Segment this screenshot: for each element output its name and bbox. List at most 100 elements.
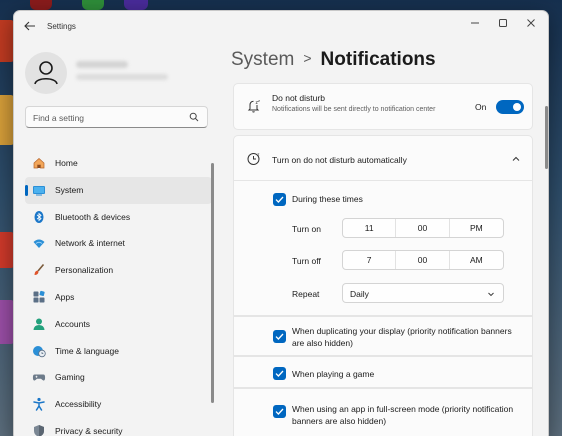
close-icon [527, 19, 535, 27]
sidebar-item-accessibility[interactable]: Accessibility [25, 391, 212, 418]
sidebar-item-label: Time & language [55, 345, 119, 356]
full-screen-label: When using an app in full-screen mode (p… [292, 404, 514, 426]
sidebar-item-apps[interactable]: Apps [25, 284, 212, 311]
back-button[interactable] [22, 20, 38, 34]
sidebar-item-label: Bluetooth & devices [55, 211, 131, 222]
settings-window: Settings Find a setting Home System Blue… [13, 10, 549, 436]
shield-icon [34, 424, 44, 436]
repeat-value: Daily [350, 289, 369, 299]
svg-text:z: z [257, 152, 260, 157]
sidebar-item-accounts[interactable]: Accounts [25, 311, 212, 338]
clock-snooze-icon: z [247, 152, 260, 165]
option-row: When playing a game [233, 356, 533, 388]
arrow-left-icon [24, 21, 35, 31]
duplicating-display-label: When duplicating your display (priority … [292, 326, 512, 348]
breadcrumb: System > Notifications [231, 49, 436, 71]
turn-on-minute[interactable]: 00 [396, 219, 450, 237]
sidebar-item-label: Accounts [55, 318, 90, 329]
sidebar: Home System Bluetooth & devices [14, 43, 217, 436]
taskbar-app-icon[interactable] [124, 0, 148, 10]
sidebar-item-label: Privacy & security [55, 425, 123, 436]
svg-text:z: z [258, 98, 260, 103]
checkmark-icon [275, 196, 284, 203]
minimize-button[interactable] [466, 17, 484, 35]
turn-on-period[interactable]: PM [450, 219, 503, 237]
person-icon [34, 61, 58, 85]
turn-off-minute[interactable]: 00 [396, 251, 450, 269]
breadcrumb-separator: > [303, 50, 312, 66]
desktop-icon[interactable] [0, 232, 14, 268]
turn-on-time-picker[interactable]: 11 00 PM [342, 218, 504, 238]
sidebar-item-label: Personalization [55, 265, 114, 276]
sidebar-item-label: Home [55, 158, 78, 168]
apps-icon [33, 290, 45, 303]
app-title: Settings [47, 22, 76, 31]
auto-dnd-expander[interactable]: z Turn on do not disturb automatically [233, 135, 533, 181]
taskbar-app-icon[interactable] [82, 0, 104, 10]
during-times-checkbox[interactable] [273, 193, 286, 206]
minimize-icon [471, 22, 479, 24]
turn-off-time-picker[interactable]: 7 00 AM [342, 250, 504, 270]
dnd-card: z z Do not disturb Notifications will be… [233, 83, 533, 130]
sidebar-item-system[interactable]: System [25, 176, 212, 204]
option-row: When using an app in full-screen mode (p… [233, 388, 533, 436]
account-name-blurred [76, 61, 128, 68]
sidebar-scrollbar[interactable] [211, 163, 214, 403]
repeat-dropdown[interactable]: Daily [342, 283, 504, 303]
toggle-knob [513, 103, 521, 111]
search-input[interactable] [33, 110, 183, 125]
sidebar-item-gaming[interactable]: Gaming [25, 364, 212, 391]
title-bar: Settings [14, 11, 548, 43]
dnd-state-label: On [475, 102, 487, 112]
auto-dnd-content: During these times Turn on 11 00 PM Turn… [233, 181, 533, 316]
sidebar-item-privacy[interactable]: Privacy & security [25, 418, 212, 436]
checkmark-icon [275, 333, 284, 340]
globe-clock-icon [33, 345, 46, 357]
playing-game-label: When playing a game [292, 369, 375, 379]
turn-off-period[interactable]: AM [450, 251, 503, 269]
dnd-description: Notifications will be sent directly to n… [272, 106, 436, 113]
accounts-icon [33, 318, 45, 330]
account-email-blurred [76, 74, 168, 80]
sidebar-item-time-language[interactable]: Time & language [25, 338, 212, 365]
desktop-icon[interactable] [0, 300, 14, 344]
breadcrumb-parent[interactable]: System [231, 49, 294, 70]
page-title: Notifications [320, 49, 436, 70]
search-icon[interactable] [189, 112, 199, 122]
sidebar-item-home[interactable]: Home [25, 150, 212, 177]
avatar[interactable] [25, 52, 67, 94]
sidebar-item-label: Gaming [55, 372, 85, 383]
sidebar-item-label: Accessibility [55, 399, 102, 410]
gamepad-icon [32, 374, 46, 381]
system-icon [33, 185, 45, 196]
taskbar-app-icon[interactable] [30, 0, 52, 10]
sidebar-item-label: Network & internet [55, 238, 125, 249]
close-button[interactable] [522, 17, 540, 35]
sidebar-item-personalization[interactable]: Personalization [25, 257, 212, 284]
maximize-button[interactable] [494, 17, 512, 35]
home-icon [33, 158, 45, 169]
selection-indicator [25, 184, 28, 196]
turn-on-hour[interactable]: 11 [343, 219, 397, 237]
sidebar-item-bluetooth[interactable]: Bluetooth & devices [25, 204, 212, 231]
main-scrollbar[interactable] [545, 106, 548, 169]
sidebar-nav: Home System Bluetooth & devices Network … [25, 150, 212, 436]
wifi-icon [33, 239, 45, 249]
desktop-icon[interactable] [0, 20, 14, 62]
playing-game-checkbox[interactable] [273, 367, 286, 380]
checkmark-icon [275, 370, 284, 377]
search-box[interactable] [25, 106, 208, 128]
duplicating-display-checkbox[interactable] [273, 330, 286, 343]
dnd-toggle[interactable] [496, 100, 524, 114]
bluetooth-icon [34, 210, 44, 223]
chevron-down-icon [488, 292, 494, 297]
full-screen-checkbox[interactable] [273, 405, 286, 418]
chevron-up-icon[interactable] [511, 154, 521, 164]
desktop-icon[interactable] [0, 95, 14, 145]
sidebar-item-network[interactable]: Network & internet [25, 230, 212, 257]
accessibility-icon [33, 398, 45, 411]
sidebar-item-label: Apps [55, 291, 75, 302]
maximize-icon [499, 19, 507, 27]
turn-off-hour[interactable]: 7 [343, 251, 397, 269]
turn-off-label: Turn off [292, 256, 321, 266]
